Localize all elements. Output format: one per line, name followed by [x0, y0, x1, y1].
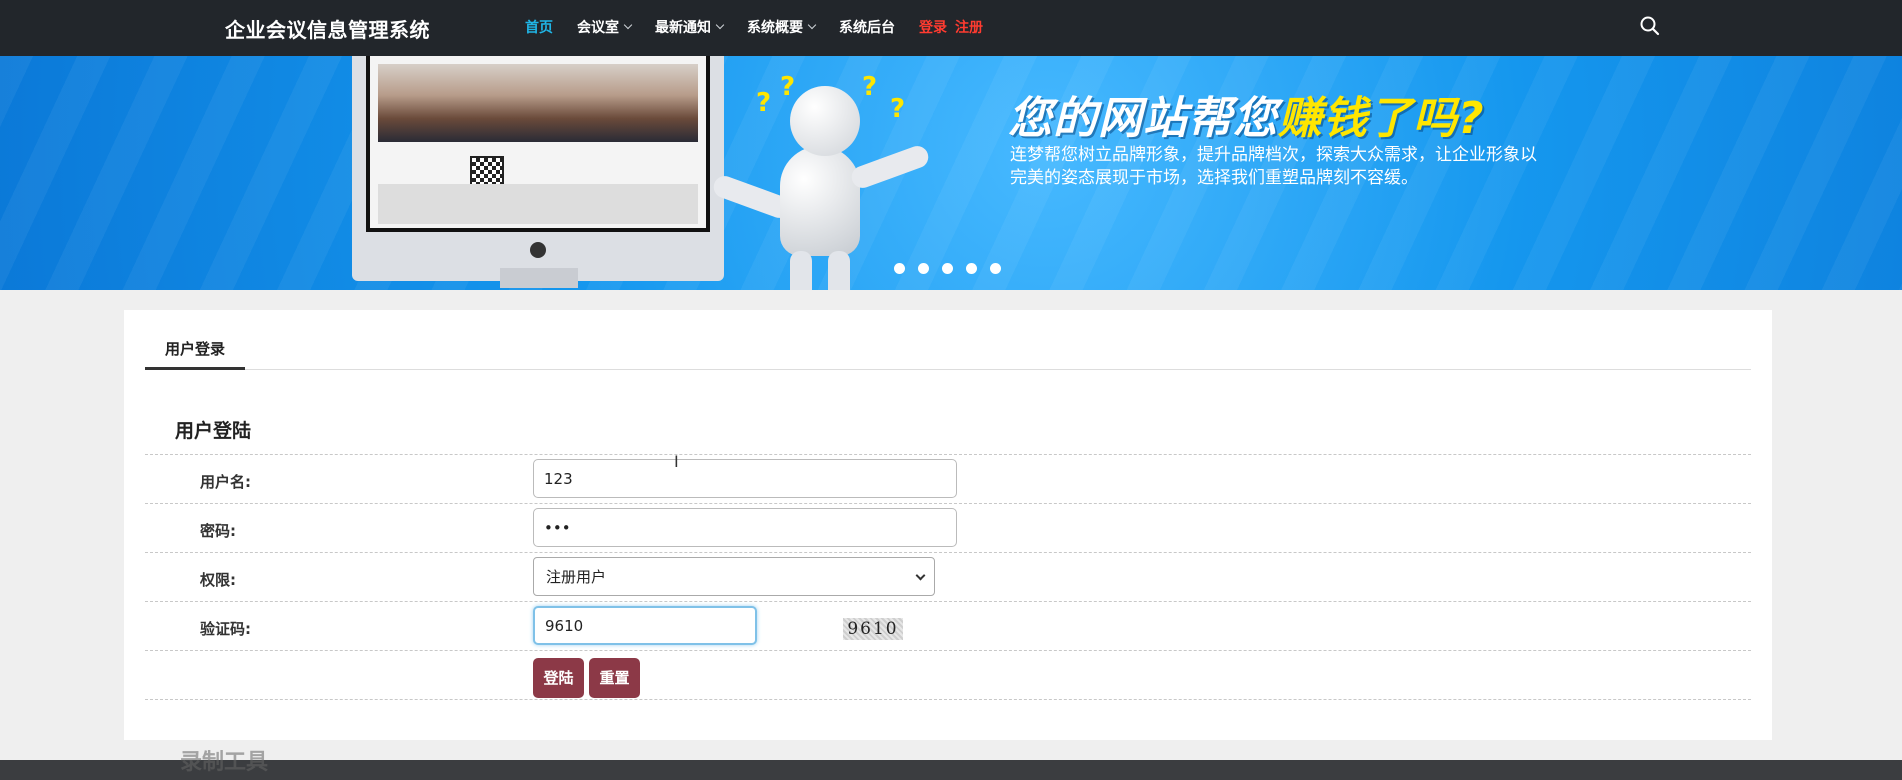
- nav-item-label: 系统概要: [747, 20, 803, 36]
- chevron-down-icon: [915, 570, 926, 581]
- carousel-dot[interactable]: [894, 263, 905, 274]
- monitor-screen: [366, 56, 710, 232]
- chevron-down-icon: [623, 20, 633, 30]
- role-label: 权限:: [200, 571, 236, 589]
- form-row-password: 密码:: [145, 503, 1751, 552]
- nav-item-admin[interactable]: 系统后台: [839, 17, 895, 37]
- banner-description: 连梦帮您树立品牌形象，提升品牌档次，探索大众需求，让企业形象以完美的姿态展现于市…: [1010, 145, 1537, 188]
- tab-user-login[interactable]: 用户登录: [145, 338, 245, 370]
- form-row-username: 用户名:: [145, 454, 1751, 503]
- captcha-image[interactable]: 9610: [843, 618, 903, 640]
- form-row-role: 权限: 注册用户: [145, 552, 1751, 601]
- nav-login-link[interactable]: 登录: [919, 17, 947, 37]
- carousel-dot[interactable]: [942, 263, 953, 274]
- site-title[interactable]: 企业会议信息管理系统: [225, 14, 430, 43]
- carousel-dots: [894, 263, 1014, 274]
- slogan-text: 您的网站帮您: [1008, 93, 1278, 144]
- top-navbar: 企业会议信息管理系统 首页 会议室 最新通知 系统概要 系统后台 登录 注册: [0, 0, 1902, 56]
- captcha-input[interactable]: [533, 606, 757, 645]
- login-panel: 用户登录 用户登陆 用户名: 密码: 权限: 注册用户 验证码: 9610 登陆…: [124, 310, 1772, 740]
- nav-item-latest-notice[interactable]: 最新通知: [655, 17, 725, 37]
- role-select-value: 注册用户: [546, 568, 607, 586]
- hero-banner: ? ? ? ? 您的网站帮您赚钱了吗? 连梦帮您树立品牌形象，提升品牌档次，探索…: [0, 56, 1902, 290]
- password-label: 密码:: [200, 522, 236, 540]
- slogan-highlight: 赚钱了吗?: [1278, 93, 1485, 144]
- form-row-actions: 登陆 重置: [145, 650, 1751, 699]
- apple-logo-icon: [530, 242, 546, 258]
- monitor-stand: [500, 268, 578, 288]
- footer-bar: [0, 760, 1902, 780]
- form-divider: [145, 699, 1751, 700]
- reset-button[interactable]: 重置: [589, 658, 640, 698]
- carousel-dot[interactable]: [918, 263, 929, 274]
- form-title: 用户登陆: [175, 420, 252, 442]
- question-mark-icon: ?: [780, 72, 796, 102]
- nav-item-system-overview[interactable]: 系统概要: [747, 17, 817, 37]
- login-button[interactable]: 登陆: [533, 658, 584, 698]
- form-row-captcha: 验证码: 9610: [145, 601, 1751, 650]
- nav-item-meeting-room[interactable]: 会议室: [577, 17, 633, 37]
- nav-item-label: 系统后台: [839, 20, 895, 36]
- username-input[interactable]: [533, 459, 957, 498]
- tab-bar: 用户登录: [145, 338, 1751, 370]
- nav-item-label: 首页: [525, 20, 553, 36]
- banner-background: [0, 56, 1902, 290]
- role-select[interactable]: 注册用户: [533, 557, 935, 596]
- carousel-dot[interactable]: [966, 263, 977, 274]
- banner-slogan: 您的网站帮您赚钱了吗?: [1008, 82, 1485, 146]
- question-mark-icon: ?: [756, 88, 772, 118]
- question-mark-icon: ?: [862, 72, 878, 102]
- question-mark-icon: ?: [890, 94, 906, 124]
- main-nav: 首页 会议室 最新通知 系统概要 系统后台 登录 注册: [525, 17, 1007, 37]
- password-input[interactable]: [533, 508, 957, 547]
- screen-photo: [378, 64, 698, 142]
- nav-item-label: 最新通知: [655, 20, 711, 36]
- text-cursor-icon: I: [674, 452, 679, 471]
- username-label: 用户名:: [200, 473, 251, 491]
- monitor-illustration: [352, 56, 724, 288]
- nav-item-label: 会议室: [577, 20, 619, 36]
- nav-item-home[interactable]: 首页: [525, 17, 553, 37]
- carousel-dot[interactable]: [990, 263, 1001, 274]
- search-icon[interactable]: [1638, 14, 1662, 38]
- chevron-down-icon: [807, 20, 817, 30]
- watermark: 录制工具: [180, 750, 269, 775]
- nav-register-link[interactable]: 注册: [955, 17, 983, 37]
- chevron-down-icon: [715, 20, 725, 30]
- captcha-label: 验证码:: [200, 620, 251, 638]
